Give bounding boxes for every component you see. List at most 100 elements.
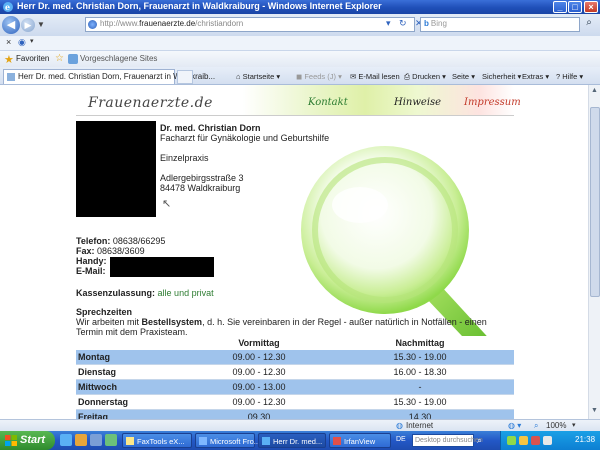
close-button[interactable]: ×: [584, 1, 598, 13]
zoom-dropdown-icon[interactable]: ▾: [572, 421, 576, 429]
tab-command-bar: Herr Dr. med. Christian Dorn, Frauenarzt…: [0, 67, 600, 85]
tab-favicon-icon: [7, 73, 15, 81]
phone-row: Telefon: 08638/66295: [76, 236, 166, 246]
page-favicon-icon: [88, 20, 97, 29]
internet-explorer-icon: e: [3, 2, 13, 12]
vertical-scrollbar[interactable]: ▲ ▼: [588, 85, 600, 419]
hours-intro-line1: Wir arbeiten mit Bestellsystem, d. h. Si…: [76, 317, 487, 327]
nav-link-kontakt[interactable]: Kontakt: [308, 97, 348, 108]
table-header-afternoon: Nachmittag: [326, 336, 514, 350]
insurance-value: alle und privat: [157, 288, 214, 298]
quicklaunch-ie-icon[interactable]: [60, 434, 72, 446]
quicklaunch-desktop-icon[interactable]: [90, 434, 102, 446]
page-menu-button[interactable]: Seite ▾: [452, 72, 475, 81]
security-zone[interactable]: Internet: [406, 421, 433, 430]
address-city: 84478 Waldkraiburg: [160, 183, 241, 193]
table-row: Donnerstag 09.00 - 12.30 15.30 - 19.00: [76, 394, 514, 410]
taskbar-item[interactable]: IrfanView: [329, 433, 391, 448]
minimize-button[interactable]: _: [553, 1, 567, 13]
windows-flag-icon: [5, 435, 17, 446]
back-button[interactable]: ◀: [2, 16, 20, 34]
doctor-photo-redacted: [76, 121, 156, 217]
desktop-search-icon[interactable]: ⌕: [477, 435, 482, 446]
taskbar-item[interactable]: FaxTools eX...: [122, 433, 192, 448]
quicklaunch-app-icon[interactable]: [105, 434, 117, 446]
phone-value: 08638/66295: [112, 236, 166, 246]
page-content[interactable]: Frauenaerzte.de Kontakt Hinweise Impress…: [0, 85, 588, 419]
address-street: Adlergebirgsstraße 3: [160, 173, 244, 183]
history-dropdown-icon[interactable]: ▼: [37, 20, 45, 29]
compat-icon[interactable]: ◉: [18, 37, 26, 48]
read-email-button[interactable]: ✉ E-Mail lesen: [350, 72, 400, 81]
doctor-specialty: Facharzt für Gynäkologie und Geburtshilf…: [160, 133, 330, 143]
favorites-bar: ★ Favoriten ☆ Vorgeschlagene Sites: [0, 51, 600, 68]
suggested-sites-icon: [68, 54, 78, 64]
favorites-button-label[interactable]: Favoriten: [16, 54, 49, 63]
irfanview-icon: [333, 437, 341, 445]
forward-button[interactable]: ▶: [21, 18, 35, 32]
close-toolbar-icon[interactable]: ×: [6, 37, 11, 47]
nav-link-impressum[interactable]: Impressum: [464, 97, 521, 108]
menu-dropdown-icon[interactable]: ▾: [30, 37, 34, 45]
favorites-star-icon[interactable]: ★: [4, 53, 14, 66]
address-field[interactable]: http://www.frauenaerzte.de/christiandorn: [85, 17, 415, 32]
windows-taskbar: Start FaxTools eX... Microsoft Fro... He…: [0, 431, 600, 450]
fax-value: 08638/3609: [97, 246, 145, 256]
feeds-button[interactable]: ◼ Feeds (J) ▾: [296, 72, 342, 81]
scroll-down-icon[interactable]: ▼: [591, 407, 598, 414]
ie-window-icon: [262, 437, 270, 445]
email-label: E-Mail:: [76, 266, 106, 276]
internet-zone-icon: ◍: [396, 421, 403, 430]
mouse-cursor-icon: ↖: [162, 198, 172, 210]
desktop-search-input[interactable]: Desktop durchsuchen: [412, 434, 483, 447]
taskbar-item-active[interactable]: Herr Dr. med...: [258, 433, 326, 448]
add-favorite-icon[interactable]: ☆: [55, 53, 64, 64]
nav-link-hinweise[interactable]: Hinweise: [394, 97, 441, 108]
tray-volume-icon[interactable]: [543, 436, 552, 445]
zoom-icon: ⌕: [534, 421, 539, 430]
faxtools-icon: [126, 437, 134, 445]
tray-network-icon[interactable]: [507, 436, 516, 445]
search-placeholder: Bing: [424, 19, 447, 28]
help-menu-button[interactable]: ? Hilfe ▾: [556, 72, 583, 81]
taskbar-item[interactable]: Microsoft Fro...: [195, 433, 260, 448]
tab-active-page[interactable]: Herr Dr. med. Christian Dorn, Frauenarzt…: [3, 69, 215, 84]
start-button[interactable]: Start: [0, 431, 55, 450]
insurance-row: Kassenzulassung: alle und privat: [76, 288, 214, 298]
practice-type: Einzelpraxis: [160, 153, 209, 163]
system-tray: 21:38: [500, 431, 600, 450]
window-titlebar[interactable]: e Herr Dr. med. Christian Dorn, Frauenar…: [0, 0, 600, 14]
address-toolbar: ◀ ▶ ▼ http://www.frauenaerzte.de/christi…: [0, 14, 600, 36]
tray-security-icon[interactable]: [519, 436, 528, 445]
mobile-label: Handy:: [76, 256, 107, 266]
table-header-row: Vormittag Nachmittag: [76, 336, 514, 350]
protected-mode-icon[interactable]: ◍ ▾: [508, 421, 521, 430]
search-icon[interactable]: ⌕: [582, 17, 596, 32]
print-button[interactable]: ⎙ Drucken ▾: [404, 72, 446, 82]
table-row: Freitag 09.30 14.30: [76, 409, 514, 419]
svg-text:e: e: [5, 2, 10, 12]
quicklaunch-folder-icon[interactable]: [75, 434, 87, 446]
menu-bar: × ◉ ▾: [0, 36, 600, 51]
suggested-sites-link[interactable]: Vorgeschlagene Sites: [80, 54, 157, 63]
table-header-morning: Vormittag: [192, 336, 326, 350]
scroll-up-icon[interactable]: ▲: [591, 87, 598, 94]
maximize-button[interactable]: □: [568, 1, 582, 13]
new-tab-button[interactable]: [177, 70, 193, 84]
language-indicator[interactable]: DE: [396, 436, 406, 443]
zoom-level[interactable]: 100%: [546, 421, 566, 430]
tray-app-icon[interactable]: [531, 436, 540, 445]
safety-menu-button[interactable]: Sicherheit ▾: [482, 72, 521, 81]
site-logo[interactable]: Frauenaerzte.de: [88, 95, 213, 111]
tray-clock[interactable]: 21:38: [575, 435, 595, 444]
scrollbar-thumb[interactable]: [590, 107, 600, 297]
home-button[interactable]: ⌂ Startseite ▾: [236, 72, 280, 81]
hours-table: Vormittag Nachmittag Montag 09.00 - 12.3…: [76, 336, 514, 419]
search-input[interactable]: Bing: [420, 17, 580, 32]
window-title: Herr Dr. med. Christian Dorn, Frauenarzt…: [17, 1, 382, 11]
site-header: Frauenaerzte.de Kontakt Hinweise Impress…: [76, 85, 521, 115]
table-row: Montag 09.00 - 12.30 15.30 - 19.00: [76, 350, 514, 365]
table-row: Dienstag 09.00 - 12.30 16.00 - 18.30: [76, 364, 514, 380]
doctor-name: Dr. med. Christian Dorn: [160, 123, 261, 133]
extras-menu-button[interactable]: Extras ▾: [522, 72, 549, 81]
